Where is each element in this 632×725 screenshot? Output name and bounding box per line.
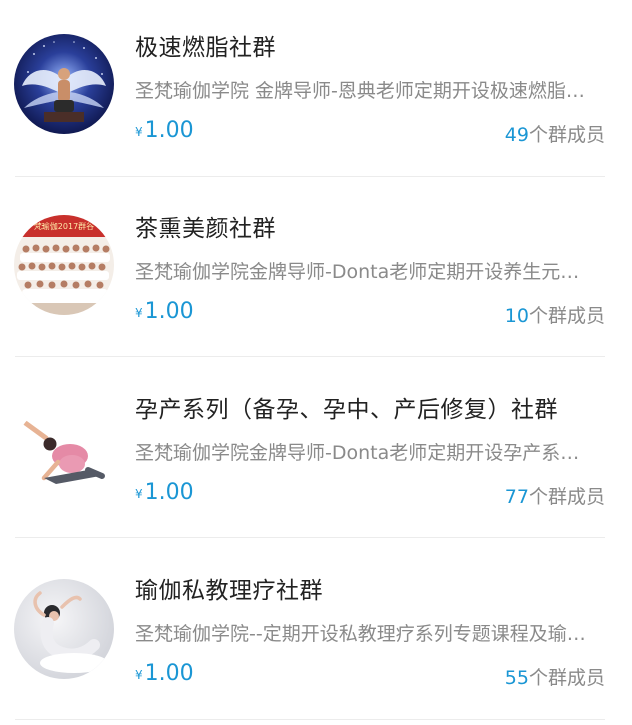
price-amount: 1.00 <box>144 480 194 505</box>
member-count-suffix: 个群成员 <box>528 667 605 689</box>
group-card-tea-beauty[interactable]: 梵瑜伽2017群谷 茶熏美颜社群 圣梵瑜伽学院金牌导师-Donta老师定期开设养… <box>0 181 632 361</box>
yoga-woman-backbend-avatar <box>14 579 114 679</box>
group-description: 圣梵瑜伽学院金牌导师-Donta老师定期开设养生元素系列专题课程及 <box>135 261 597 283</box>
group-photo-avatar: 梵瑜伽2017群谷 <box>14 215 114 315</box>
divider <box>15 719 605 720</box>
price-amount: 1.00 <box>144 299 194 324</box>
divider <box>15 356 605 357</box>
member-count: 77个群成员 <box>505 482 605 509</box>
member-count-number: 49 <box>504 124 529 146</box>
member-count-number: 10 <box>504 305 529 327</box>
price-amount: 1.00 <box>144 118 194 143</box>
member-count: 55个群成员 <box>505 663 605 690</box>
currency-symbol: ¥ <box>135 668 143 682</box>
member-count-number: 77 <box>504 486 529 508</box>
group-description: 圣梵瑜伽学院--定期开设私教理疗系列专题课程及瑜伽理疗分享 <box>135 623 597 645</box>
pregnant-yoga-pose-avatar <box>14 404 114 504</box>
group-card-private-therapy[interactable]: 瑜伽私教理疗社群 圣梵瑜伽学院--定期开设私教理疗系列专题课程及瑜伽理疗分享 ¥… <box>0 543 632 723</box>
yoga-man-stage-avatar <box>14 34 114 134</box>
group-title: 茶熏美颜社群 <box>135 216 276 242</box>
member-count-suffix: 个群成员 <box>528 124 605 146</box>
group-description: 圣梵瑜伽学院 金牌导师-恩典老师定期开设极速燃脂系列专题课程及 <box>135 80 597 102</box>
group-price: ¥1.00 <box>135 661 194 686</box>
member-count: 10个群成员 <box>505 301 605 328</box>
divider <box>15 176 605 177</box>
group-title: 极速燃脂社群 <box>135 35 276 61</box>
currency-symbol: ¥ <box>135 125 143 139</box>
member-count-suffix: 个群成员 <box>528 305 605 327</box>
group-title: 孕产系列（备孕、孕中、产后修复）社群 <box>135 397 558 423</box>
member-count-number: 55 <box>504 667 529 689</box>
group-photo-banner-text: 梵瑜伽2017群谷 <box>34 221 94 231</box>
currency-symbol: ¥ <box>135 487 143 501</box>
group-price: ¥1.00 <box>135 118 194 143</box>
currency-symbol: ¥ <box>135 306 143 320</box>
group-title: 瑜伽私教理疗社群 <box>135 578 323 604</box>
group-price: ¥1.00 <box>135 480 194 505</box>
divider <box>15 537 605 538</box>
group-card-fat-burning[interactable]: 极速燃脂社群 圣梵瑜伽学院 金牌导师-恩典老师定期开设极速燃脂系列专题课程及 ¥… <box>0 0 632 180</box>
group-card-pregnancy[interactable]: 孕产系列（备孕、孕中、产后修复）社群 圣梵瑜伽学院金牌导师-Donta老师定期开… <box>0 362 632 542</box>
group-description: 圣梵瑜伽学院金牌导师-Donta老师定期开设孕产系列专题课程及 <box>135 442 597 464</box>
member-count-suffix: 个群成员 <box>528 486 605 508</box>
community-group-list: 极速燃脂社群 圣梵瑜伽学院 金牌导师-恩典老师定期开设极速燃脂系列专题课程及 ¥… <box>0 0 632 725</box>
price-amount: 1.00 <box>144 661 194 686</box>
member-count: 49个群成员 <box>505 120 605 147</box>
group-price: ¥1.00 <box>135 299 194 324</box>
